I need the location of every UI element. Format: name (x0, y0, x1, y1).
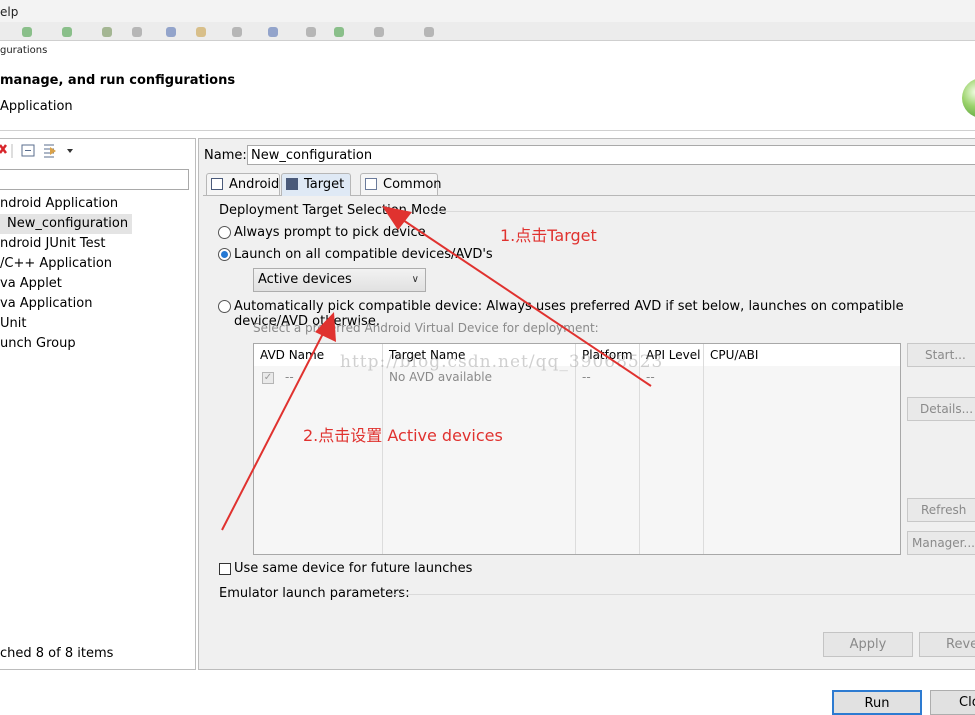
tab-android[interactable]: Android (206, 173, 280, 195)
tool-icon[interactable] (334, 27, 344, 37)
tool-icon[interactable] (166, 27, 176, 37)
column-divider (639, 366, 640, 554)
dialog-title: gurations (0, 45, 48, 56)
android-tab-icon (211, 178, 223, 190)
collapse-all-icon[interactable] (21, 144, 35, 157)
watermark: http://blog.csdn.net/qq_39068523 (340, 352, 664, 372)
tool-icon[interactable] (196, 27, 206, 37)
same-device-label: Use same device for future launches (234, 561, 473, 576)
close-button[interactable]: Clo (930, 690, 975, 715)
tree-item[interactable]: ndroid JUnit Test (0, 234, 106, 254)
annotation-step2: 2.点击设置 Active devices (303, 426, 503, 445)
debug-icon[interactable] (62, 27, 72, 37)
radio-always-prompt-label: Always prompt to pick device (234, 225, 426, 240)
chevron-down-icon[interactable] (67, 149, 73, 153)
menu-bar: elp (0, 0, 975, 22)
delete-icon[interactable] (0, 144, 7, 154)
header-message: Application (0, 99, 73, 114)
revert-button[interactable]: Reve (919, 632, 975, 657)
emulator-params-label: Emulator launch parameters: (219, 586, 410, 601)
column-divider (382, 366, 383, 554)
header-title: manage, and run configurations (0, 73, 236, 88)
tool-icon[interactable] (102, 27, 112, 37)
header-logo-icon (962, 78, 975, 118)
tool-icon[interactable] (424, 27, 434, 37)
table-cell: -- (582, 370, 591, 384)
radio-always-prompt[interactable] (218, 226, 231, 239)
group-divider (428, 211, 975, 212)
tree-item[interactable]: va Application (0, 294, 92, 314)
apply-button[interactable]: Apply (823, 632, 913, 657)
run-button[interactable]: Run (832, 690, 922, 715)
tool-icon[interactable] (374, 27, 384, 37)
radio-auto-pick[interactable] (218, 300, 231, 313)
tab-target[interactable]: Target (281, 173, 351, 196)
filter-icon[interactable] (44, 144, 56, 158)
tree-item[interactable]: unch Group (0, 334, 76, 354)
radio-launch-all-label: Launch on all compatible devices/AVD's (234, 247, 493, 262)
tree-item-selected[interactable]: New_configuration (0, 214, 133, 234)
tool-icon[interactable] (232, 27, 242, 37)
device-select-value: Active devices (258, 272, 352, 287)
chevron-down-icon: ∨ (411, 274, 419, 285)
tool-icon[interactable] (268, 27, 278, 37)
tree-item[interactable]: va Applet (0, 274, 62, 294)
column-header[interactable]: CPU/ABI (704, 344, 900, 366)
table-cell: No AVD available (389, 370, 493, 384)
avd-hint: Select a preferred Android Virtual Devic… (253, 321, 599, 335)
avd-table[interactable] (253, 343, 901, 555)
column-divider (703, 366, 704, 554)
refresh-button[interactable]: Refresh (907, 498, 975, 522)
menu-help[interactable]: elp (0, 5, 18, 19)
tree-item[interactable]: ndroid Application (0, 194, 118, 214)
emulator-divider (390, 594, 975, 595)
details-button[interactable]: Details... (907, 397, 975, 421)
run-icon[interactable] (22, 27, 32, 37)
radio-launch-all[interactable] (218, 248, 231, 261)
manager-button[interactable]: Manager... (907, 531, 975, 555)
same-device-checkbox[interactable] (219, 563, 231, 575)
table-cell: -- (285, 370, 294, 384)
group-title: Deployment Target Selection Mode (219, 203, 447, 218)
table-cell: -- (646, 370, 655, 384)
tool-icon[interactable] (132, 27, 142, 37)
tool-icon[interactable] (306, 27, 316, 37)
common-tab-icon (365, 178, 377, 190)
name-label: Name: (204, 148, 247, 163)
target-tab-icon (286, 178, 298, 190)
annotation-step1: 1.点击Target (500, 226, 597, 245)
filter-input[interactable] (0, 169, 189, 190)
header-separator (0, 130, 975, 131)
device-select[interactable]: Active devices ∨ (253, 268, 426, 292)
tab-common[interactable]: Common (360, 173, 442, 195)
filter-status: ched 8 of 8 items (0, 646, 114, 661)
name-input[interactable]: New_configuration (247, 145, 975, 165)
toolbar (0, 22, 975, 41)
tree-item[interactable]: /C++ Application (0, 254, 112, 274)
avd-row-checkbox[interactable]: ✓ (262, 372, 274, 384)
start-button[interactable]: Start... (907, 343, 975, 367)
tree-item[interactable]: Unit (0, 314, 26, 334)
column-divider (575, 366, 576, 554)
